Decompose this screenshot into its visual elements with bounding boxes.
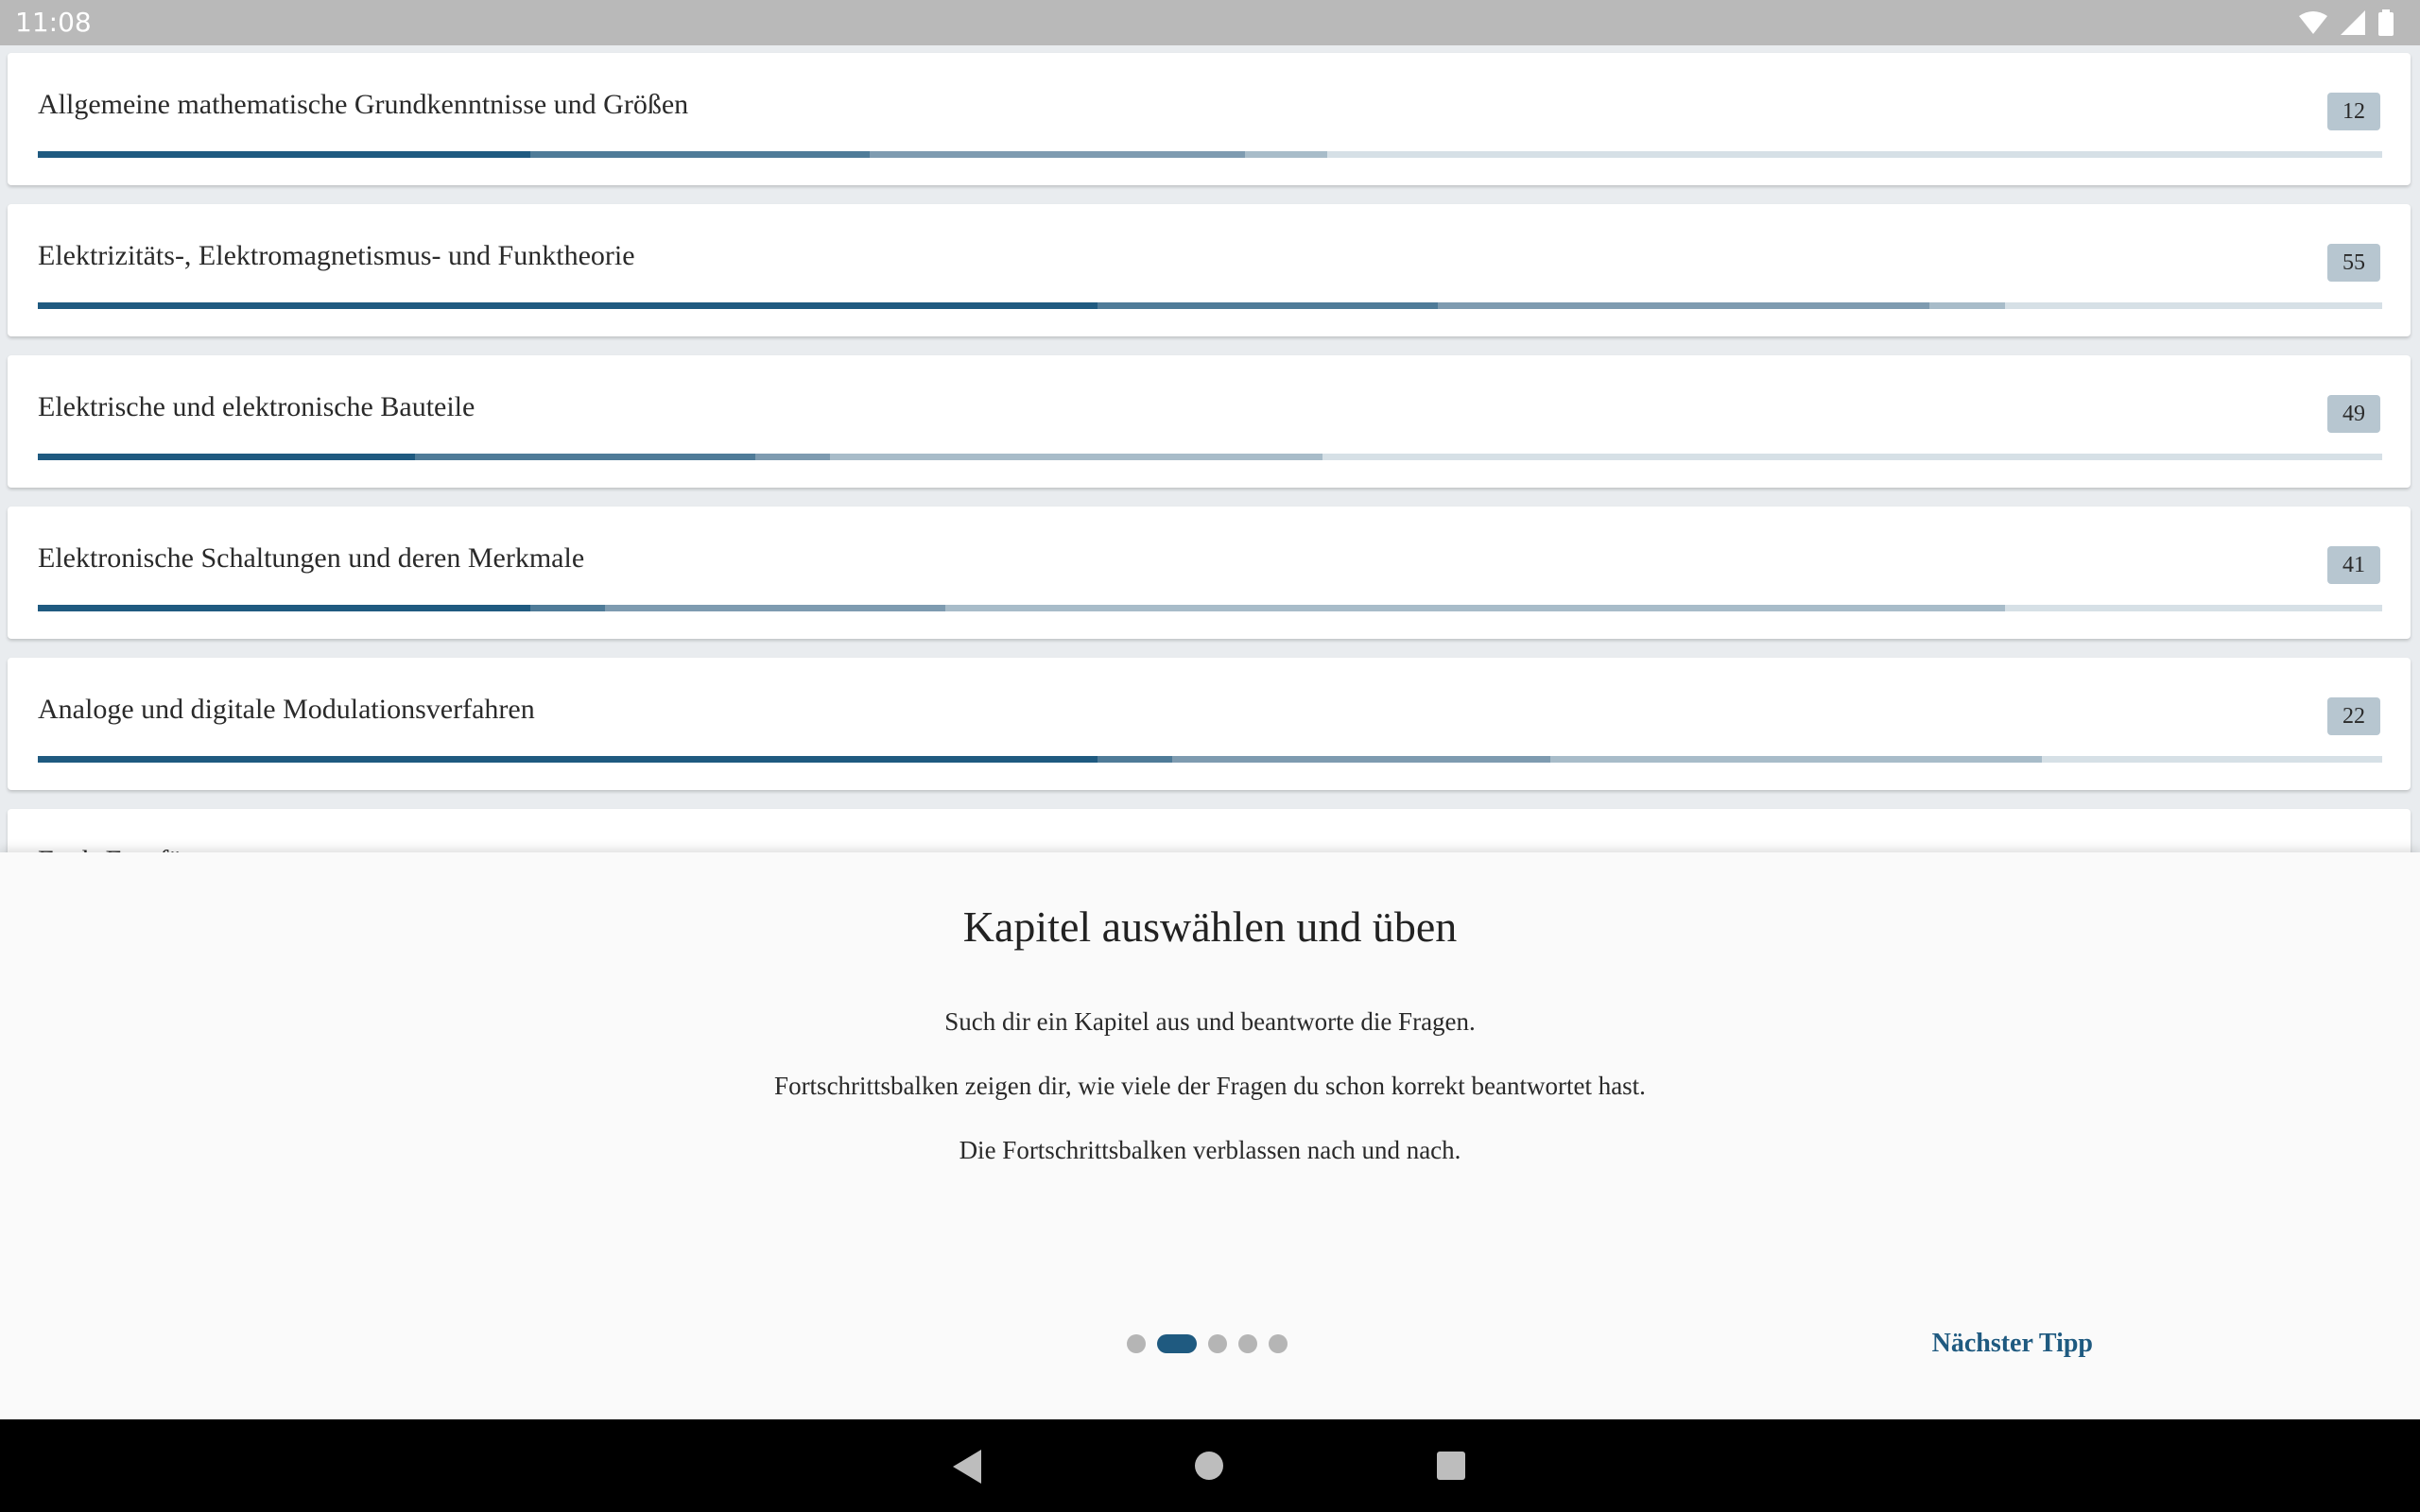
page-indicator — [1127, 1332, 1288, 1355]
chapter-title: Elektrische und elektronische Bauteile — [38, 391, 475, 422]
chapter-card[interactable]: Elektrische und elektronische Bauteile 4… — [8, 355, 2411, 488]
chapter-card[interactable]: Allgemeine mathematische Grundkenntnisse… — [8, 53, 2411, 185]
chapter-card[interactable]: Analoge und digitale Modulationsverfahre… — [8, 658, 2411, 790]
chapter-card[interactable]: Elektronische Schaltungen und deren Merk… — [8, 507, 2411, 639]
system-nav-bar — [0, 1419, 2420, 1512]
chapter-title: Funk-Empfänger — [38, 845, 232, 852]
progress-segment — [1929, 302, 2005, 309]
wifi-icon — [2299, 11, 2327, 34]
chapter-progress-bar — [38, 756, 2382, 763]
progress-segment — [38, 605, 530, 611]
battery-icon — [2378, 9, 2394, 36]
progress-segment — [38, 302, 1098, 309]
recents-icon[interactable] — [1437, 1452, 1465, 1480]
chapter-card[interactable]: Elektrizitäts-, Elektromagnetismus- und … — [8, 204, 2411, 336]
chapter-title: Allgemeine mathematische Grundkenntnisse… — [38, 89, 689, 120]
question-count-badge: 22 — [2327, 697, 2380, 735]
tip-paragraph: Die Fortschrittsbalken verblassen nach u… — [959, 1136, 1461, 1164]
chapter-list[interactable]: Allgemeine mathematische Grundkenntnisse… — [0, 45, 2420, 852]
progress-segment — [944, 605, 2005, 611]
progress-segment — [1097, 756, 1173, 763]
chapter-progress-bar — [38, 454, 2382, 460]
tip-paragraph: Fortschrittsbalken zeigen dir, wie viele… — [774, 1072, 1646, 1100]
chapter-title: Analoge und digitale Modulationsverfahre… — [38, 694, 535, 725]
status-bar: 11:08 — [0, 0, 2420, 45]
tip-heading: Kapitel auswählen und üben — [962, 902, 1458, 951]
question-count-badge: 41 — [2327, 546, 2380, 584]
page-dot — [1208, 1334, 1227, 1353]
home-icon[interactable] — [1195, 1452, 1223, 1480]
page-dot-active — [1157, 1334, 1197, 1353]
status-icons — [2299, 9, 2394, 36]
progress-segment — [1549, 756, 2043, 763]
chapter-progress-bar — [38, 302, 2382, 309]
progress-segment — [38, 151, 530, 158]
progress-segment — [605, 605, 945, 611]
progress-segment — [529, 151, 871, 158]
page-dot — [1269, 1334, 1288, 1353]
chapter-title: Elektrizitäts-, Elektromagnetismus- und … — [38, 240, 635, 271]
progress-segment — [38, 756, 1098, 763]
question-count-badge: 55 — [2327, 244, 2380, 282]
progress-segment — [754, 454, 831, 460]
progress-segment — [529, 605, 606, 611]
progress-segment — [1172, 756, 1550, 763]
page-dot — [1127, 1334, 1146, 1353]
question-count-badge: 12 — [2327, 93, 2380, 130]
progress-segment — [830, 454, 1323, 460]
progress-segment — [1245, 151, 1327, 158]
tip-paragraph: Such dir ein Kapitel aus und beantworte … — [944, 1007, 1476, 1036]
chapter-progress-bar — [38, 605, 2382, 611]
signal-icon — [2341, 10, 2365, 35]
progress-segment — [1437, 302, 1930, 309]
question-count-badge: 49 — [2327, 395, 2380, 433]
chapter-progress-bar — [38, 151, 2382, 158]
progress-segment — [1097, 302, 1438, 309]
next-tip-button[interactable]: Nächster Tipp — [1932, 1329, 2093, 1359]
progress-segment — [415, 454, 755, 460]
progress-segment — [38, 454, 416, 460]
page-dot — [1238, 1334, 1257, 1353]
progress-segment — [870, 151, 1246, 158]
chapter-title: Elektronische Schaltungen und deren Merk… — [38, 542, 585, 574]
chapter-card[interactable]: Funk-Empfänger — [8, 809, 2411, 852]
back-icon[interactable] — [953, 1450, 981, 1484]
status-time: 11:08 — [15, 7, 92, 38]
